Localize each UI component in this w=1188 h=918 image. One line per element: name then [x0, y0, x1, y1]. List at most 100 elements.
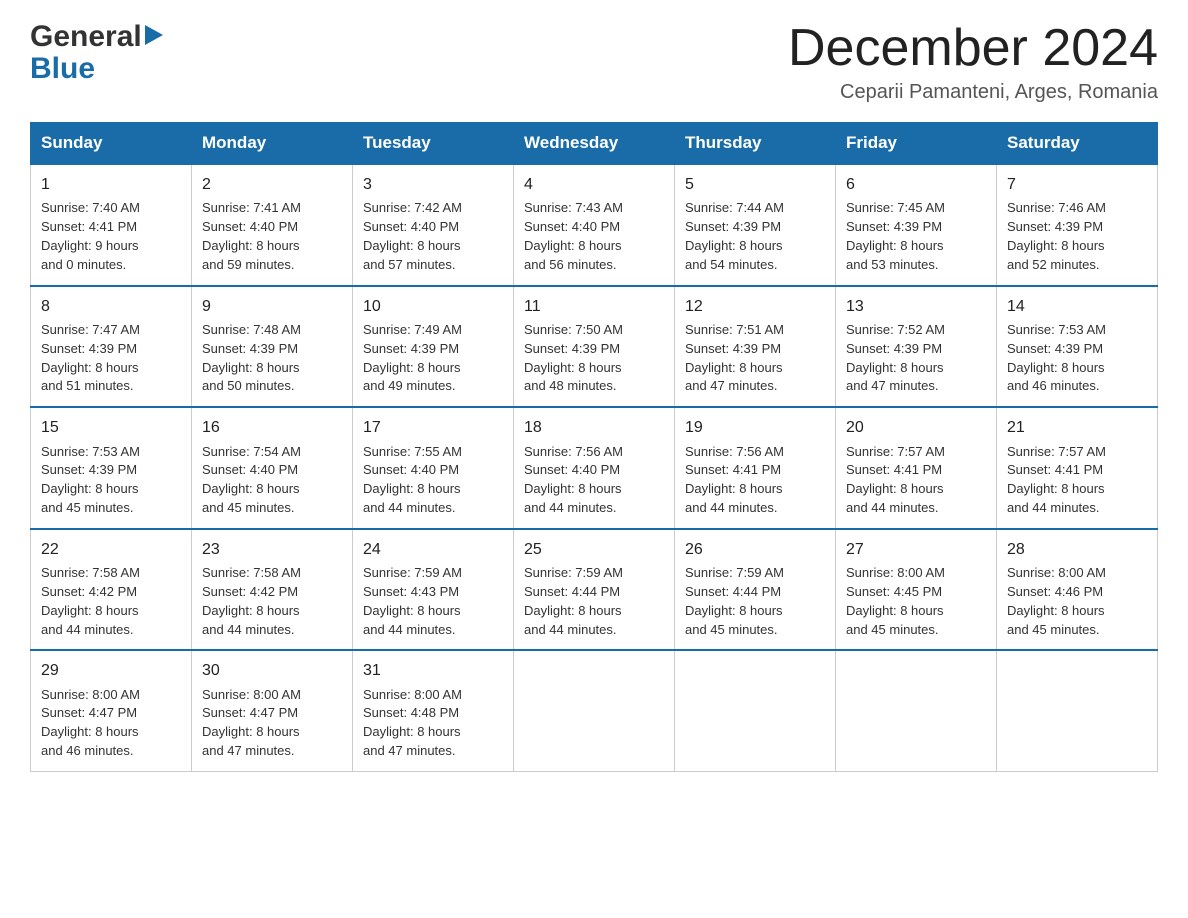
day-info: Sunrise: 8:00 AMSunset: 4:47 PMDaylight:…	[202, 687, 301, 759]
calendar-cell	[675, 650, 836, 771]
calendar-cell: 26 Sunrise: 7:59 AMSunset: 4:44 PMDayligh…	[675, 529, 836, 651]
col-header-friday: Friday	[836, 123, 997, 165]
calendar-cell: 12 Sunrise: 7:51 AMSunset: 4:39 PMDayligh…	[675, 286, 836, 408]
day-info: Sunrise: 7:49 AMSunset: 4:39 PMDaylight:…	[363, 322, 462, 394]
day-info: Sunrise: 7:59 AMSunset: 4:43 PMDaylight:…	[363, 565, 462, 637]
day-info: Sunrise: 7:57 AMSunset: 4:41 PMDaylight:…	[846, 444, 945, 516]
day-number: 23	[202, 538, 342, 561]
calendar-cell: 18Sunrise: 7:56 AMSunset: 4:40 PMDayligh…	[514, 407, 675, 529]
calendar-cell: 22Sunrise: 7:58 AMSunset: 4:42 PMDayligh…	[31, 529, 192, 651]
calendar-cell: 15Sunrise: 7:53 AMSunset: 4:39 PMDayligh…	[31, 407, 192, 529]
calendar-cell: 16 Sunrise: 7:54 AMSunset: 4:40 PMDayligh…	[192, 407, 353, 529]
calendar-cell: 11 Sunrise: 7:50 AMSunset: 4:39 PMDayligh…	[514, 286, 675, 408]
day-number: 29	[41, 659, 181, 682]
day-number: 6	[846, 173, 986, 196]
day-info: Sunrise: 7:51 AMSunset: 4:39 PMDaylight:…	[685, 322, 784, 394]
month-title: December 2024	[788, 20, 1158, 77]
calendar-cell	[997, 650, 1158, 771]
calendar-table: SundayMondayTuesdayWednesdayThursdayFrid…	[30, 122, 1158, 772]
calendar-cell: 9 Sunrise: 7:48 AMSunset: 4:39 PMDaylight…	[192, 286, 353, 408]
day-number: 26	[685, 538, 825, 561]
calendar-cell: 8 Sunrise: 7:47 AMSunset: 4:39 PMDaylight…	[31, 286, 192, 408]
calendar-cell: 23 Sunrise: 7:58 AMSunset: 4:42 PMDayligh…	[192, 529, 353, 651]
day-number: 18	[524, 416, 664, 439]
day-info: Sunrise: 7:45 AMSunset: 4:39 PMDaylight:…	[846, 200, 945, 272]
day-info: Sunrise: 7:46 AMSunset: 4:39 PMDaylight:…	[1007, 200, 1106, 272]
calendar-week-4: 22Sunrise: 7:58 AMSunset: 4:42 PMDayligh…	[31, 529, 1158, 651]
calendar-cell: 28 Sunrise: 8:00 AMSunset: 4:46 PMDayligh…	[997, 529, 1158, 651]
day-info: Sunrise: 7:59 AMSunset: 4:44 PMDaylight:…	[524, 565, 623, 637]
day-number: 3	[363, 173, 503, 196]
day-info: Sunrise: 8:00 AMSunset: 4:46 PMDaylight:…	[1007, 565, 1106, 637]
day-number: 8	[41, 295, 181, 318]
calendar-cell: 1 Sunrise: 7:40 AMSunset: 4:41 PMDaylight…	[31, 164, 192, 286]
day-info: Sunrise: 7:47 AMSunset: 4:39 PMDaylight:…	[41, 322, 140, 394]
calendar-cell: 19Sunrise: 7:56 AMSunset: 4:41 PMDayligh…	[675, 407, 836, 529]
day-info: Sunrise: 7:52 AMSunset: 4:39 PMDaylight:…	[846, 322, 945, 394]
day-info: Sunrise: 7:59 AMSunset: 4:44 PMDaylight:…	[685, 565, 784, 637]
day-number: 28	[1007, 538, 1147, 561]
day-info: Sunrise: 7:48 AMSunset: 4:39 PMDaylight:…	[202, 322, 301, 394]
day-number: 14	[1007, 295, 1147, 318]
logo-general-text: General	[30, 20, 142, 54]
day-info: Sunrise: 8:00 AMSunset: 4:48 PMDaylight:…	[363, 687, 462, 759]
day-info: Sunrise: 7:58 AMSunset: 4:42 PMDaylight:…	[41, 565, 140, 637]
day-info: Sunrise: 7:42 AMSunset: 4:40 PMDaylight:…	[363, 200, 462, 272]
day-number: 16	[202, 416, 342, 439]
day-info: Sunrise: 8:00 AMSunset: 4:45 PMDaylight:…	[846, 565, 945, 637]
day-number: 10	[363, 295, 503, 318]
calendar-cell: 27Sunrise: 8:00 AMSunset: 4:45 PMDayligh…	[836, 529, 997, 651]
calendar-cell: 4 Sunrise: 7:43 AMSunset: 4:40 PMDaylight…	[514, 164, 675, 286]
day-number: 21	[1007, 416, 1147, 439]
calendar-week-5: 29 Sunrise: 8:00 AMSunset: 4:47 PMDayligh…	[31, 650, 1158, 771]
calendar-cell: 29Sunrise: 8:00 AMSunset: 4:47 PMDayligh…	[31, 650, 192, 771]
day-number: 11	[524, 295, 664, 318]
day-number: 12	[685, 295, 825, 318]
calendar-cell: 7 Sunrise: 7:46 AMSunset: 4:39 PMDaylight…	[997, 164, 1158, 286]
col-header-saturday: Saturday	[997, 123, 1158, 165]
day-number: 25	[524, 538, 664, 561]
calendar-cell: 13 Sunrise: 7:52 AMSunset: 4:39 PMDayligh…	[836, 286, 997, 408]
logo: General Blue	[30, 20, 163, 86]
col-header-sunday: Sunday	[31, 123, 192, 165]
calendar-cell: 14Sunrise: 7:53 AMSunset: 4:39 PMDayligh…	[997, 286, 1158, 408]
calendar-cell: 21 Sunrise: 7:57 AMSunset: 4:41 PMDayligh…	[997, 407, 1158, 529]
calendar-week-1: 1 Sunrise: 7:40 AMSunset: 4:41 PMDaylight…	[31, 164, 1158, 286]
col-header-tuesday: Tuesday	[353, 123, 514, 165]
day-number: 15	[41, 416, 181, 439]
calendar-cell: 6 Sunrise: 7:45 AMSunset: 4:39 PMDaylight…	[836, 164, 997, 286]
day-info: Sunrise: 7:54 AMSunset: 4:40 PMDaylight:…	[202, 444, 301, 516]
day-number: 13	[846, 295, 986, 318]
calendar-header-row: SundayMondayTuesdayWednesdayThursdayFrid…	[31, 123, 1158, 165]
day-info: Sunrise: 7:41 AMSunset: 4:40 PMDaylight:…	[202, 200, 301, 272]
calendar-cell: 10 Sunrise: 7:49 AMSunset: 4:39 PMDayligh…	[353, 286, 514, 408]
day-info: Sunrise: 7:57 AMSunset: 4:41 PMDaylight:…	[1007, 444, 1106, 516]
day-number: 9	[202, 295, 342, 318]
calendar-cell: 17 Sunrise: 7:55 AMSunset: 4:40 PMDayligh…	[353, 407, 514, 529]
calendar-cell: 2 Sunrise: 7:41 AMSunset: 4:40 PMDaylight…	[192, 164, 353, 286]
day-number: 24	[363, 538, 503, 561]
day-info: Sunrise: 7:50 AMSunset: 4:39 PMDaylight:…	[524, 322, 623, 394]
calendar-cell: 30 Sunrise: 8:00 AMSunset: 4:47 PMDayligh…	[192, 650, 353, 771]
day-number: 30	[202, 659, 342, 682]
day-info: Sunrise: 7:43 AMSunset: 4:40 PMDaylight:…	[524, 200, 623, 272]
day-number: 4	[524, 173, 664, 196]
day-info: Sunrise: 7:55 AMSunset: 4:40 PMDaylight:…	[363, 444, 462, 516]
day-number: 17	[363, 416, 503, 439]
calendar-cell: 31 Sunrise: 8:00 AMSunset: 4:48 PMDayligh…	[353, 650, 514, 771]
day-number: 2	[202, 173, 342, 196]
day-number: 31	[363, 659, 503, 682]
calendar-cell	[836, 650, 997, 771]
col-header-wednesday: Wednesday	[514, 123, 675, 165]
day-number: 20	[846, 416, 986, 439]
day-info: Sunrise: 7:56 AMSunset: 4:41 PMDaylight:…	[685, 444, 784, 516]
calendar-cell: 25 Sunrise: 7:59 AMSunset: 4:44 PMDayligh…	[514, 529, 675, 651]
calendar-cell: 24 Sunrise: 7:59 AMSunset: 4:43 PMDayligh…	[353, 529, 514, 651]
page-header: General Blue December 2024 Ceparii Paman…	[30, 20, 1158, 104]
day-number: 7	[1007, 173, 1147, 196]
calendar-cell	[514, 650, 675, 771]
day-number: 1	[41, 173, 181, 196]
day-info: Sunrise: 7:40 AMSunset: 4:41 PMDaylight:…	[41, 200, 140, 272]
day-info: Sunrise: 7:58 AMSunset: 4:42 PMDaylight:…	[202, 565, 301, 637]
calendar-week-3: 15Sunrise: 7:53 AMSunset: 4:39 PMDayligh…	[31, 407, 1158, 529]
